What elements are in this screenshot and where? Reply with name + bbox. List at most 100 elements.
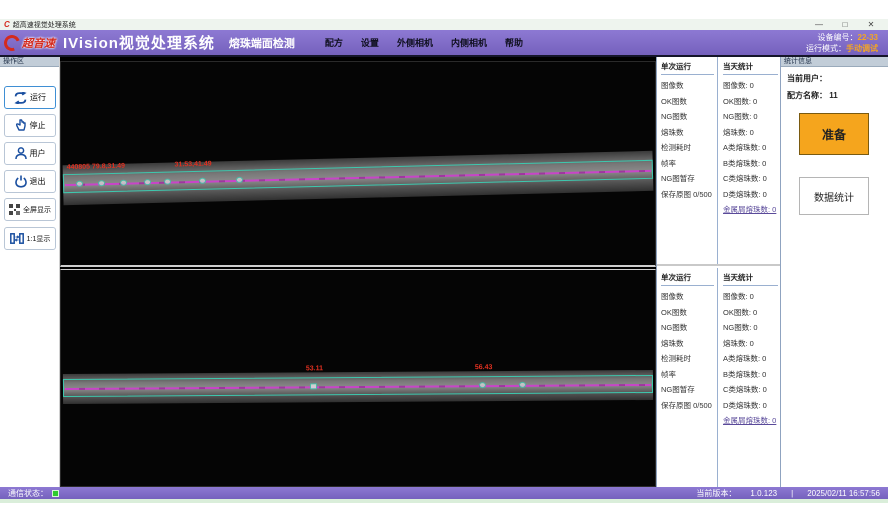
stat-row: 保存原图 0/500 [661,398,717,414]
defect-marker [519,382,526,388]
data-statistics-button[interactable]: 数据统计 [799,177,869,215]
defect-marker [310,383,317,389]
measurement-annotation: 56.43 [475,364,493,371]
today-stats-header: 当天统计 [723,61,778,75]
stat-row: 金属屑熔珠数: 0 [723,413,781,429]
stat-row: 图像数 [661,289,717,305]
status-bar: 通信状态： 当前版本： 1.0.123 | 2025/02/11 16:57:5… [0,487,888,499]
fullscreen-button-label: 全屏显示 [23,205,51,215]
one-to-one-button[interactable]: 1:1显示 [4,227,56,250]
defect-marker [479,382,486,388]
stat-row: 熔珠数: 0 [723,336,781,352]
prepare-button[interactable]: 准备 [799,113,869,155]
measurement-annotation: 440805 79.8,31.49 [67,163,126,171]
info-panel-header: 统计信息 [781,57,888,67]
detection-roi-rect [63,160,653,193]
statistics-panels: 单次运行 图像数 OK图数 NG图数 熔珠数 检测耗时 帧率 NG图暂存 保存原… [656,57,780,487]
single-run-header: 单次运行 [661,272,714,286]
menu-item-outer-camera[interactable]: 外侧相机 [397,36,433,49]
stat-row: C类熔珠数: 0 [723,382,781,398]
one-to-one-button-label: 1:1显示 [27,234,51,244]
screen: C 超高速视觉处理系统 — □ ✕ 超音速 IVision视觉处理系统 熔珠端面… [0,0,888,522]
device-number-value: 22-33 [858,33,878,42]
stat-row: 检测耗时 [661,351,717,367]
maximize-button[interactable]: □ [832,20,858,30]
window-title: 超高速视觉处理系统 [13,20,806,30]
measurement-annotation: 53.11 [306,365,323,372]
run-button[interactable]: 运行 [4,86,56,109]
stat-row: D类熔珠数: 0 [723,398,781,414]
stat-row: A类熔珠数: 0 [723,140,781,156]
seam-line [65,169,651,185]
stat-row: NG图暂存 [661,382,717,398]
fullscreen-button[interactable]: 全屏显示 [4,198,56,221]
seam-line [65,384,651,390]
stat-row: C类熔珠数: 0 [723,171,781,187]
menu-item-settings[interactable]: 设置 [361,36,379,49]
menu-item-inner-camera[interactable]: 内侧相机 [451,36,487,49]
stat-row: 图像数 [661,78,717,94]
run-icon [14,92,27,104]
run-button-label: 运行 [30,92,46,103]
app-title: IVision视觉处理系统 [63,32,215,53]
stat-row: 熔珠数: 0 [723,125,781,141]
weld-strip-image-top: 440805 79.8,31.49 31.53,41.49 [63,151,654,205]
window-titlebar: C 超高速视觉处理系统 — □ ✕ [0,19,888,30]
stop-button-label: 停止 [30,120,46,131]
stat-row: 熔珠数 [661,336,717,352]
exit-button[interactable]: 退出 [4,170,56,193]
stat-row: B类熔珠数: 0 [723,156,781,172]
stat-row: NG图数 [661,109,717,125]
user-button-label: 用户 [30,148,46,159]
stat-row: 熔珠数 [661,125,717,141]
fullscreen-grid-icon [9,204,20,215]
one-to-one-icon [10,233,24,244]
stats-panel-top: 单次运行 图像数 OK图数 NG图数 熔珠数 检测耗时 帧率 NG图暂存 保存原… [657,57,781,266]
menu-bar: 配方 设置 外侧相机 内侧相机 帮助 [325,36,523,49]
bottom-accent-strip [0,499,888,503]
power-icon [15,175,27,188]
exit-button-label: 退出 [30,176,46,187]
stats-panel-bottom: 单次运行 图像数 OK图数 NG图数 熔珠数 检测耗时 帧率 NG图暂存 保存原… [657,268,781,487]
app-logo-icon: C [4,20,10,29]
comm-status-indicator [52,490,59,497]
stat-row: 保存原图 0/500 [661,187,717,203]
version-value: 1.0.123 [750,489,777,498]
outer-camera-image: 440805 79.8,31.49 31.53,41.49 [60,61,656,267]
defect-marker [144,179,151,185]
brand-logo-text: 超音速 [22,35,55,51]
inner-camera-image: 53.11 56.43 [60,269,656,487]
stat-row: OK图数 [661,94,717,110]
weld-strip-image-bottom: 53.11 56.43 [63,370,653,404]
defect-marker [76,180,83,186]
minimize-button[interactable]: — [806,20,832,30]
stat-row: 检测耗时 [661,140,717,156]
stat-row: 金属屑熔珠数: 0 [723,202,781,218]
detection-roi-rect [63,375,653,397]
stat-row: NG图暂存 [661,171,717,187]
defect-marker [164,178,171,184]
menu-item-help[interactable]: 帮助 [505,36,523,49]
stat-row: OK图数 [661,305,717,321]
stat-row: NG图数 [661,320,717,336]
defect-marker [120,179,127,185]
close-button[interactable]: ✕ [858,20,884,30]
today-stats-header: 当天统计 [723,272,778,286]
menu-item-recipe[interactable]: 配方 [325,36,343,49]
operation-sidebar: 操作区 运行 停止 用户 退出 [0,57,60,487]
device-info: 设备编号：22-33 运行模式：手动调试 [806,32,878,54]
user-button[interactable]: 用户 [4,142,56,165]
stat-row: OK图数: 0 [723,94,781,110]
stop-hand-icon [15,119,27,132]
brand-logo: 超音速 [4,35,63,51]
stat-row: 图像数: 0 [723,289,781,305]
stat-row: OK图数: 0 [723,305,781,321]
stat-row: A类熔珠数: 0 [723,351,781,367]
stat-row: NG图数: 0 [723,320,781,336]
current-user-label: 当前用户： [787,74,827,83]
stat-row: D类熔珠数: 0 [723,187,781,203]
stat-row: B类熔珠数: 0 [723,367,781,383]
stop-button[interactable]: 停止 [4,114,56,137]
sidebar-header: 操作区 [0,57,59,67]
stat-row: NG图数: 0 [723,109,781,125]
